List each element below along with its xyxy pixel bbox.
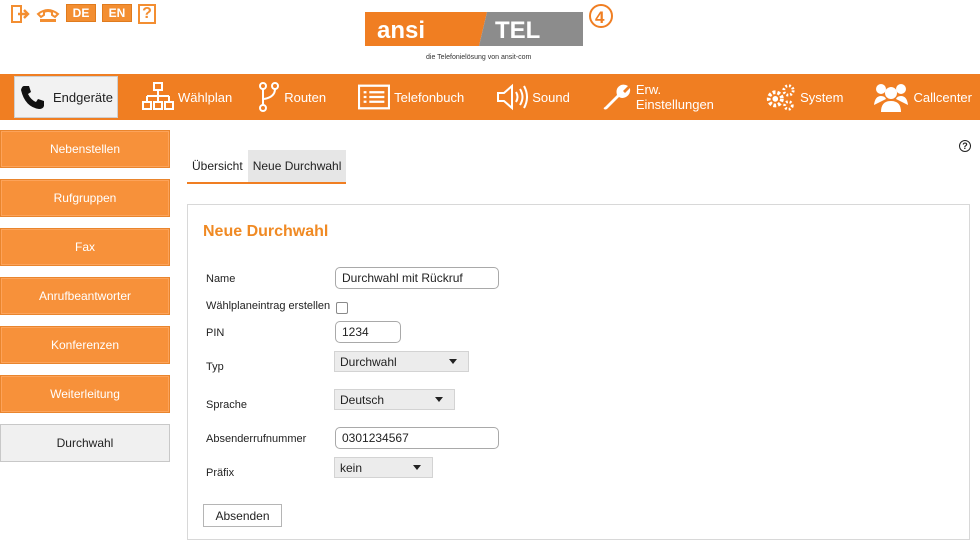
route-icon — [258, 81, 280, 113]
main-navigation: Endgeräte Wählplan Routen Telefonbuch So… — [0, 74, 980, 120]
logo-text-right: TEL — [495, 17, 540, 44]
nav-label: Telefonbuch — [394, 89, 465, 105]
nav-routen[interactable]: Routen — [250, 74, 334, 120]
nav-label: Sound — [532, 89, 570, 105]
wrench-icon — [602, 81, 632, 113]
nav-endgeraete[interactable]: Endgeräte — [14, 76, 118, 118]
logo-tagline: die Telefonielösung von ansit-com — [426, 54, 532, 61]
dialplan-checkbox[interactable] — [336, 302, 348, 314]
sidebar-item-fax[interactable]: Fax — [0, 228, 170, 266]
sidebar-item-nebenstellen[interactable]: Nebenstellen — [0, 130, 170, 168]
praefix-select-value: kein — [340, 460, 363, 475]
speaker-icon — [496, 81, 529, 113]
logout-icon[interactable] — [10, 4, 30, 24]
nav-label: Endgeräte — [53, 89, 113, 105]
nav-label: Routen — [284, 89, 327, 105]
nav-callcenter[interactable]: Callcenter — [865, 74, 980, 120]
nav-erw-einstellungen[interactable]: Erw. Einstellungen — [594, 74, 740, 120]
sidebar-item-rufgruppen[interactable]: Rufgruppen — [0, 179, 170, 217]
users-icon — [873, 81, 909, 113]
chevron-down-icon — [449, 359, 457, 364]
dialplan-label: Wählplaneintrag erstellen — [206, 300, 331, 312]
name-label: Name — [206, 273, 236, 285]
absender-label: Absenderrufnummer — [206, 433, 307, 445]
praefix-select[interactable]: kein — [334, 457, 433, 478]
pin-input[interactable]: 1234 — [335, 321, 401, 343]
nav-label: Wählplan — [178, 89, 233, 105]
form-title: Neue Durchwahl — [203, 223, 329, 240]
sprache-label: Sprache — [206, 399, 247, 411]
nav-label: Callcenter — [913, 89, 972, 105]
sidebar-item-weiterleitung[interactable]: Weiterleitung — [0, 375, 170, 413]
submit-button[interactable]: Absenden — [203, 504, 282, 527]
sprache-select[interactable]: Deutsch — [334, 389, 455, 410]
sidebar-item-konferenzen[interactable]: Konferenzen — [0, 326, 170, 364]
phone-icon — [17, 81, 49, 113]
tab-bar: Übersicht Neue Durchwahl — [187, 150, 347, 184]
nav-sound[interactable]: Sound — [488, 74, 578, 120]
sprache-select-value: Deutsch — [340, 392, 385, 407]
tab-neue-durchwahl[interactable]: Neue Durchwahl — [247, 150, 347, 182]
help-circle-icon[interactable]: ? — [959, 140, 971, 152]
typ-label: Typ — [206, 361, 224, 373]
lang-de-button[interactable]: DE — [66, 4, 96, 22]
nav-waehlplan[interactable]: Wählplan — [134, 74, 240, 120]
logo-version: 4 — [595, 8, 605, 27]
sidebar: Nebenstellen Rufgruppen Fax Anrufbeantwo… — [0, 130, 170, 473]
nav-system[interactable]: System — [756, 74, 851, 120]
chevron-down-icon — [413, 465, 421, 470]
sidebar-item-anrufbeantworter[interactable]: Anrufbeantworter — [0, 277, 170, 315]
phone-hangup-icon[interactable] — [36, 4, 60, 24]
praefix-label: Präfix — [206, 467, 235, 479]
lang-en-button[interactable]: EN — [102, 4, 132, 22]
chevron-down-icon — [435, 397, 443, 402]
absender-input[interactable]: 0301234567 — [335, 427, 499, 449]
name-input[interactable]: Durchwahl mit Rückruf — [335, 267, 499, 289]
nav-label: Erw. Einstellungen — [635, 82, 714, 112]
pin-label: PIN — [206, 327, 225, 339]
typ-select-value: Durchwahl — [340, 354, 397, 369]
nav-label: System — [800, 89, 844, 105]
logo-text-left: ansi — [377, 17, 425, 44]
sidebar-item-durchwahl[interactable]: Durchwahl — [0, 424, 170, 462]
form-panel: Neue Durchwahl Name Durchwahl mit Rückru… — [187, 204, 970, 540]
top-toolbar: DE EN ? — [10, 4, 156, 24]
gears-icon — [764, 81, 796, 113]
typ-select[interactable]: Durchwahl — [334, 351, 469, 372]
tab-uebersicht[interactable]: Übersicht — [187, 150, 248, 182]
sitemap-icon — [142, 81, 174, 113]
nav-telefonbuch[interactable]: Telefonbuch — [350, 74, 472, 120]
list-icon — [358, 81, 391, 113]
help-icon[interactable]: ? — [138, 4, 156, 24]
